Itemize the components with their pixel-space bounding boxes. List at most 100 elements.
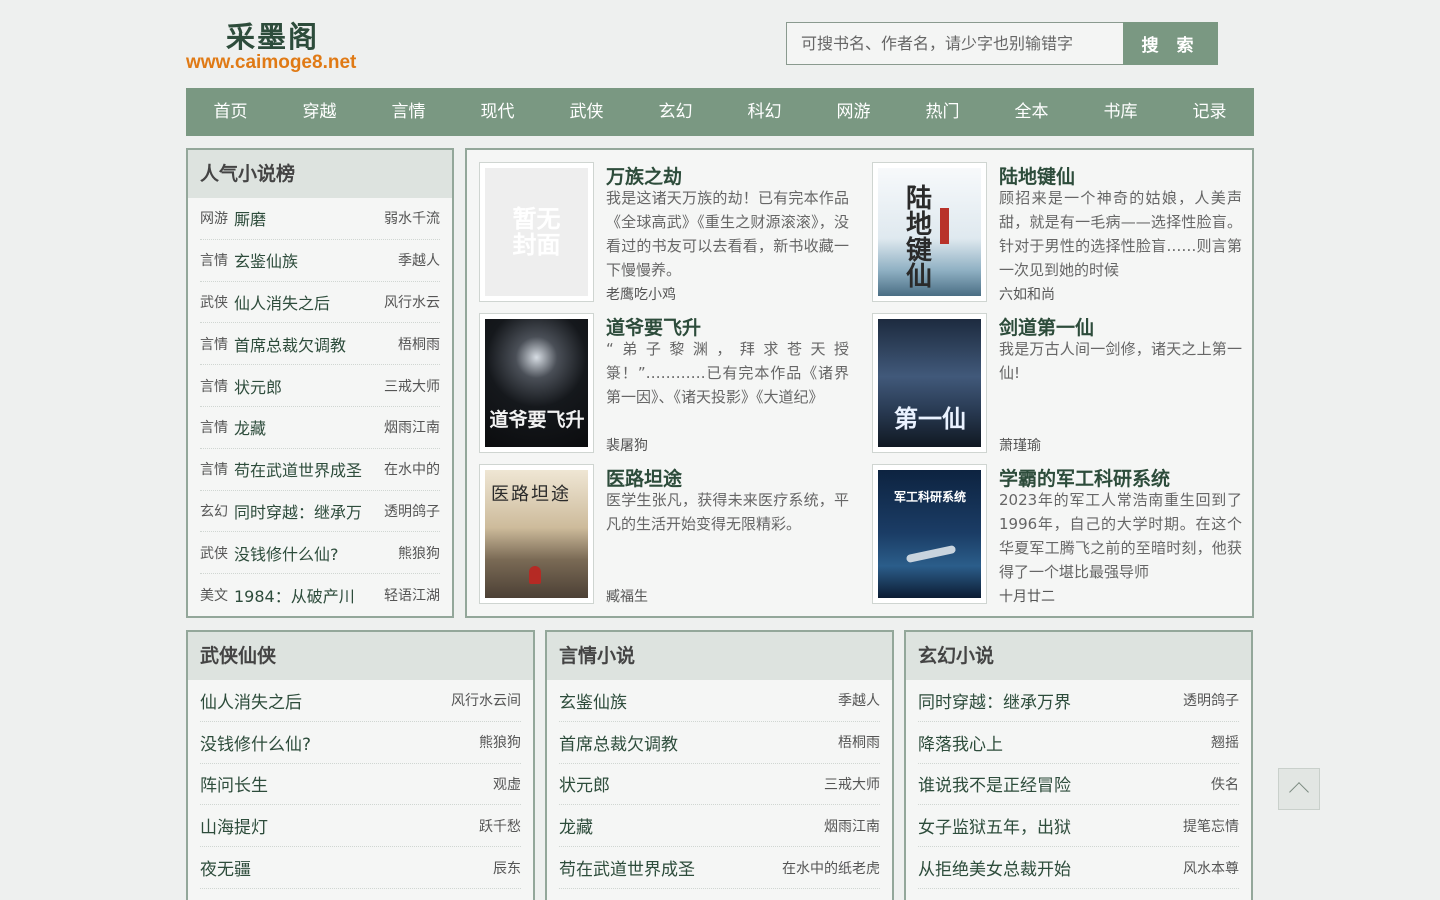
- book-cover[interactable]: 军工科研系统: [872, 464, 987, 604]
- nav-item-quanben[interactable]: 全本: [987, 88, 1076, 136]
- book-title[interactable]: 玄鉴仙族: [559, 688, 838, 713]
- rank-book-title[interactable]: 没钱修什么仙?: [234, 541, 394, 565]
- nav-item-wuxia[interactable]: 武侠: [542, 88, 631, 136]
- search-button[interactable]: 搜 索: [1123, 22, 1218, 65]
- book-title[interactable]: 首席总裁欠调教: [559, 730, 838, 755]
- book-cover[interactable]: 第一仙: [872, 313, 987, 453]
- book-title[interactable]: 万族之劫: [606, 162, 682, 189]
- book-title[interactable]: 医路坦途: [606, 464, 682, 491]
- rank-category: 玄幻: [200, 503, 228, 520]
- book-title[interactable]: 夜无疆: [200, 855, 493, 880]
- featured-book: 陆地键仙 陆地键仙 顾招来是一个神奇的姑娘，人美声甜，就是有一毛病——选择性脸盲…: [872, 162, 1252, 307]
- rank-book-title[interactable]: 状元郎: [234, 374, 380, 398]
- category-title: 玄幻小说: [906, 632, 1251, 680]
- ranking-list: 网游 厮磨 弱水千流 言情 玄鉴仙族 季越人 武侠 仙人消失之后 风行水云 言情 首席总裁欠调…: [188, 198, 452, 616]
- rank-author: 三戒大师: [384, 378, 440, 395]
- rank-book-title[interactable]: 苟在武道世界成圣: [234, 457, 380, 481]
- category-list: 仙人消失之后 风行水云间 没钱修什么仙? 熊狼狗 阵问长生 观虚 山海提灯 跃千愁 夜无…: [188, 680, 533, 889]
- rank-author: 透明鸽子: [384, 503, 440, 520]
- book-description: 我是万古人间一剑修，诸天之上第一仙!: [999, 340, 1242, 382]
- rank-book-title[interactable]: 龙藏: [234, 415, 380, 439]
- list-item[interactable]: 言情 龙藏 烟雨江南: [200, 407, 440, 449]
- featured-book: 暂无封面 万族之劫 我是这诸天万族的劫！已有完本作品《全球高武》《重生之财源滚滚…: [479, 162, 859, 307]
- list-item[interactable]: 夜无疆 辰东: [200, 847, 521, 889]
- list-item[interactable]: 玄幻 同时穿越：继承万 透明鸽子: [200, 491, 440, 533]
- nav-item-wangyou[interactable]: 网游: [809, 88, 898, 136]
- list-item[interactable]: 没钱修什么仙? 熊狼狗: [200, 722, 521, 764]
- list-item[interactable]: 首席总裁欠调教 梧桐雨: [559, 722, 880, 764]
- list-item[interactable]: 网游 厮磨 弱水千流: [200, 198, 440, 240]
- book-author: 透明鸽子: [1183, 693, 1239, 710]
- book-title[interactable]: 同时穿越：继承万界: [918, 688, 1183, 713]
- cover-figure-icon: [529, 566, 541, 584]
- rank-book-title[interactable]: 仙人消失之后: [234, 290, 380, 314]
- list-item[interactable]: 山海提灯 跃千愁: [200, 805, 521, 848]
- rank-author: 季越人: [398, 253, 440, 270]
- rank-category: 言情: [200, 336, 228, 353]
- nav-item-jilu[interactable]: 记录: [1165, 88, 1254, 136]
- rank-book-title[interactable]: 厮磨: [234, 206, 380, 230]
- list-item[interactable]: 女子监狱五年，出狱 提笔忘情: [918, 805, 1239, 848]
- book-title[interactable]: 阵问长生: [200, 771, 493, 796]
- rank-book-title[interactable]: 同时穿越：继承万: [234, 499, 380, 523]
- book-cover[interactable]: 道爷要飞升: [479, 313, 594, 453]
- list-item[interactable]: 言情 玄鉴仙族 季越人: [200, 240, 440, 282]
- book-title[interactable]: 苟在武道世界成圣: [559, 855, 782, 880]
- book-title[interactable]: 谁说我不是正经冒险: [918, 771, 1211, 796]
- nav-item-yanqing[interactable]: 言情: [364, 88, 453, 136]
- nav-item-chuanyue[interactable]: 穿越: [275, 88, 364, 136]
- nav-item-home[interactable]: 首页: [186, 88, 275, 136]
- list-item[interactable]: 降落我心上 翘摇: [918, 722, 1239, 764]
- back-to-top-button[interactable]: [1278, 768, 1320, 810]
- nav-item-xiandai[interactable]: 现代: [453, 88, 542, 136]
- list-item[interactable]: 玄鉴仙族 季越人: [559, 680, 880, 722]
- rank-author: 轻语江湖: [384, 588, 440, 605]
- list-item[interactable]: 美文 1984：从破产川 轻语江湖: [200, 574, 440, 616]
- list-item[interactable]: 苟在武道世界成圣 在水中的纸老虎: [559, 847, 880, 889]
- site-logo[interactable]: 采墨阁 www.caimoge8.net: [186, 12, 376, 76]
- list-item[interactable]: 武侠 仙人消失之后 风行水云: [200, 282, 440, 324]
- list-item[interactable]: 言情 首席总裁欠调教 梧桐雨: [200, 323, 440, 366]
- book-author: 熊狼狗: [479, 735, 521, 752]
- search-input[interactable]: [786, 22, 1124, 65]
- book-title[interactable]: 山海提灯: [200, 813, 479, 838]
- cover-title-art: 道爷要飞升: [489, 409, 585, 431]
- book-cover[interactable]: 陆地键仙: [872, 162, 987, 302]
- nav-item-remen[interactable]: 热门: [898, 88, 987, 136]
- list-item[interactable]: 阵问长生 观虚: [200, 764, 521, 806]
- rank-book-title[interactable]: 玄鉴仙族: [234, 248, 394, 272]
- book-cover[interactable]: 暂无封面: [479, 162, 594, 302]
- book-cover[interactable]: 医路坦途: [479, 464, 594, 604]
- nav-item-shuku[interactable]: 书库: [1076, 88, 1165, 136]
- list-item[interactable]: 从拒绝美女总裁开始 风水本尊: [918, 847, 1239, 889]
- book-title[interactable]: 学霸的军工科研系统: [999, 464, 1170, 491]
- list-item[interactable]: 状元郎 三戒大师: [559, 764, 880, 806]
- rank-book-title[interactable]: 1984：从破产川: [234, 583, 380, 607]
- book-title[interactable]: 龙藏: [559, 813, 824, 838]
- rank-category: 美文: [200, 588, 228, 605]
- book-title[interactable]: 剑道第一仙: [999, 313, 1094, 340]
- list-item[interactable]: 武侠 没钱修什么仙? 熊狼狗: [200, 532, 440, 575]
- list-item[interactable]: 言情 苟在武道世界成圣 在水中的: [200, 449, 440, 491]
- list-item[interactable]: 谁说我不是正经冒险 佚名: [918, 764, 1239, 806]
- rank-book-title[interactable]: 首席总裁欠调教: [234, 332, 394, 356]
- book-title[interactable]: 女子监狱五年，出狱: [918, 813, 1183, 838]
- book-author: 萧瑾瑜: [999, 438, 1041, 454]
- book-title[interactable]: 降落我心上: [918, 730, 1211, 755]
- book-title[interactable]: 从拒绝美女总裁开始: [918, 855, 1183, 880]
- book-title[interactable]: 没钱修什么仙?: [200, 730, 479, 755]
- book-title[interactable]: 仙人消失之后: [200, 688, 451, 713]
- featured-book: 军工科研系统 学霸的军工科研系统 2023年的军工人常浩南重生回到了1996年，…: [872, 464, 1252, 609]
- rank-category: 言情: [200, 462, 228, 479]
- list-item[interactable]: 言情 状元郎 三戒大师: [200, 365, 440, 407]
- book-title[interactable]: 道爷要飞升: [606, 313, 701, 340]
- list-item[interactable]: 龙藏 烟雨江南: [559, 805, 880, 848]
- book-title[interactable]: 状元郎: [559, 771, 824, 796]
- nav-item-xuanhuan[interactable]: 玄幻: [631, 88, 720, 136]
- book-author: 提笔忘情: [1183, 818, 1239, 835]
- book-author: 梧桐雨: [838, 735, 880, 752]
- nav-item-kehuan[interactable]: 科幻: [720, 88, 809, 136]
- list-item[interactable]: 仙人消失之后 风行水云间: [200, 680, 521, 722]
- book-title[interactable]: 陆地键仙: [999, 162, 1075, 189]
- list-item[interactable]: 同时穿越：继承万界 透明鸽子: [918, 680, 1239, 722]
